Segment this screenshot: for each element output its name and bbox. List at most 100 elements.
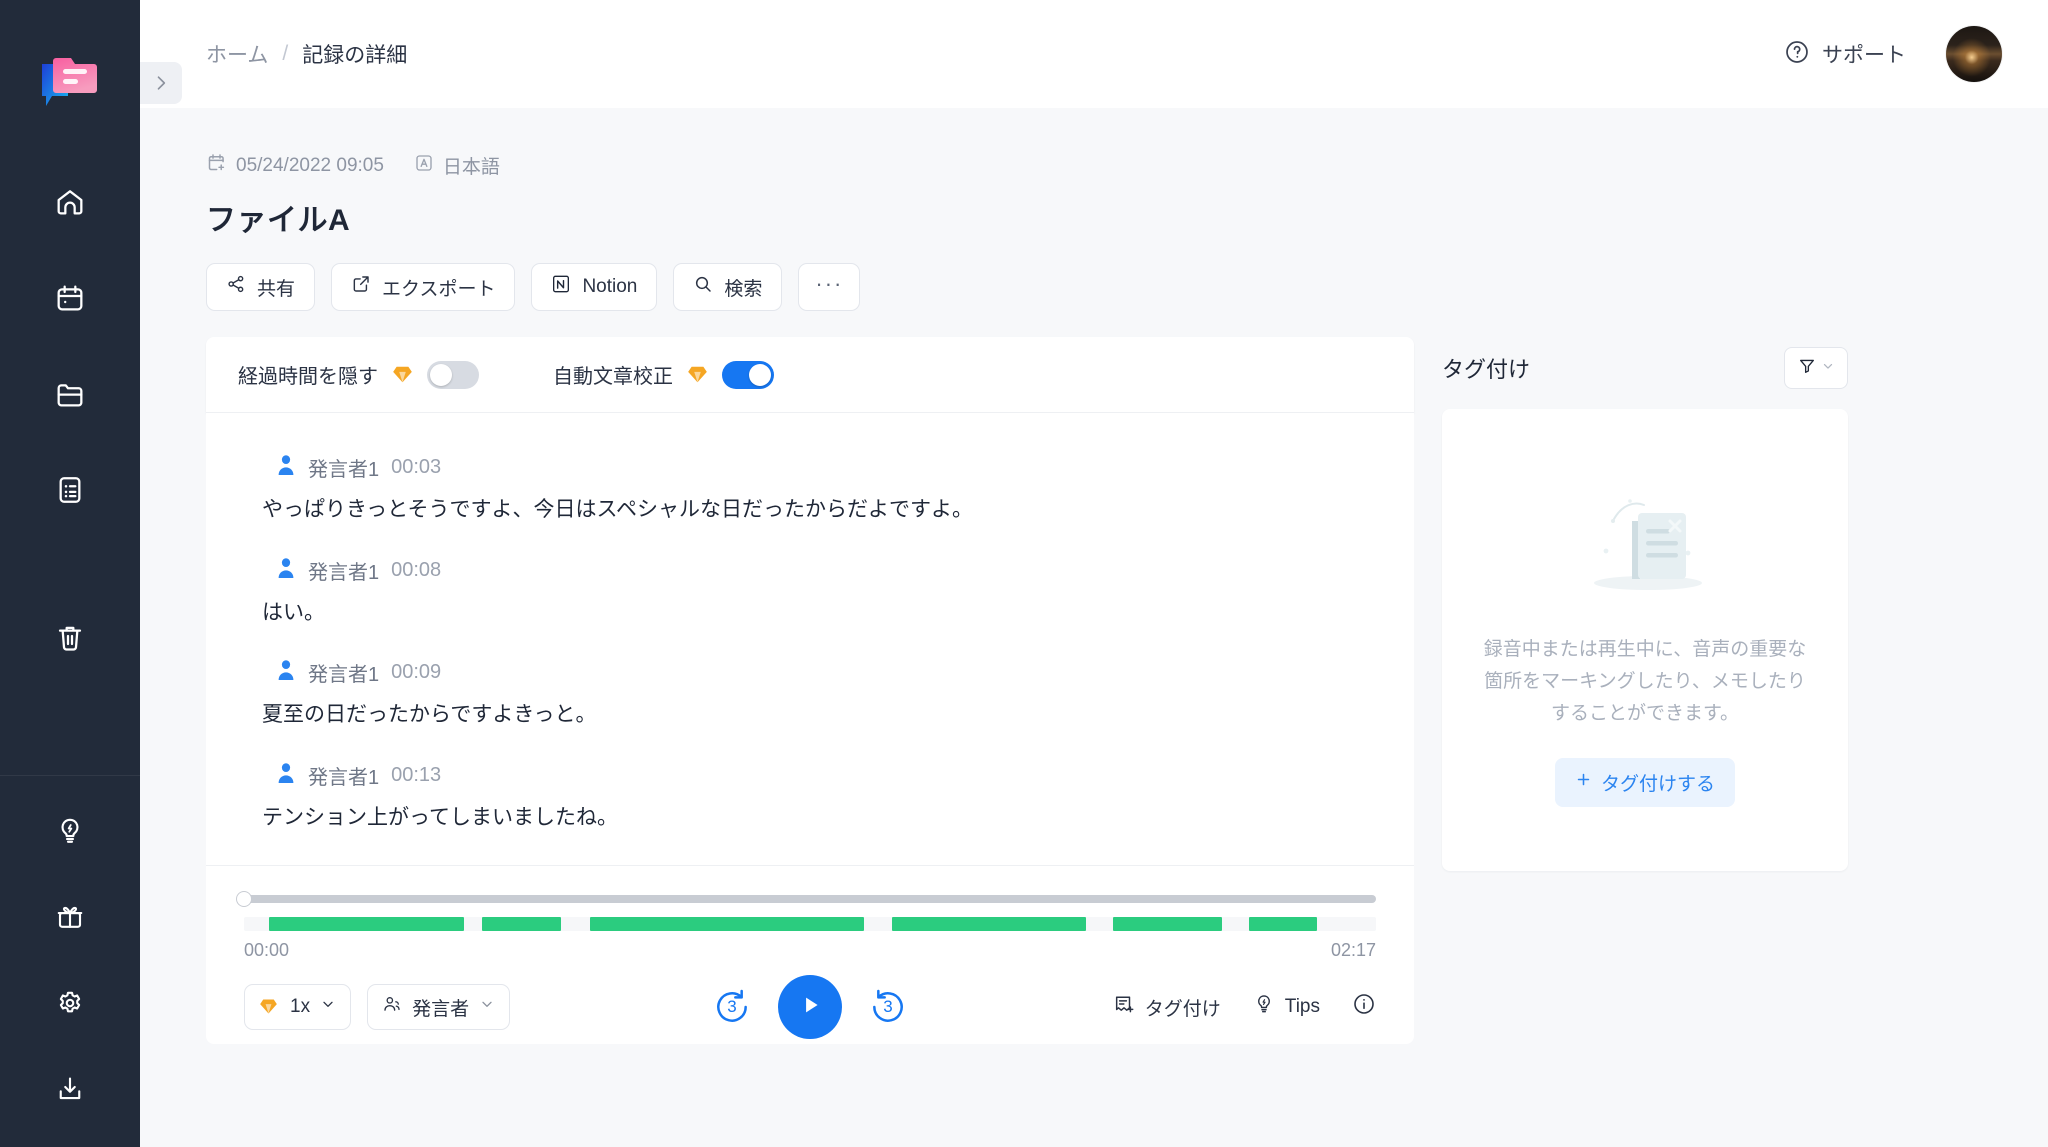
add-tag-button[interactable]: タグ付けする <box>1554 758 1735 808</box>
premium-gem-icon <box>687 365 708 384</box>
seek-handle[interactable] <box>237 892 251 906</box>
transcript-options-bar: 経過時間を隠す 自動文章校正 <box>206 337 1414 413</box>
sidebar-item-download[interactable] <box>40 1059 100 1119</box>
search-button[interactable]: 検索 <box>673 263 783 311</box>
people-icon <box>382 994 402 1020</box>
document-placeholder-illustration <box>1570 473 1720 606</box>
transcript-timestamp[interactable]: 00:08 <box>391 559 441 582</box>
home-icon <box>54 186 86 218</box>
app-logo[interactable] <box>38 42 102 122</box>
waveform-segment <box>481 917 561 931</box>
notion-icon <box>551 274 571 300</box>
plus-icon <box>1575 771 1592 794</box>
speaker-person-icon <box>276 762 296 789</box>
sidebar-item-records[interactable] <box>40 460 100 520</box>
current-time: 00:00 <box>244 940 290 960</box>
sidebar-item-home[interactable] <box>40 172 100 232</box>
sidebar-nav-bottom <box>0 775 140 1119</box>
waveform-segment <box>1113 917 1223 931</box>
transcript-text[interactable]: やっぱりきっとそうですよ、今日はスペシャルな日だったからだよですよ。 <box>238 494 1382 526</box>
notion-button[interactable]: Notion <box>531 263 658 311</box>
seek-bar[interactable] <box>237 892 1376 906</box>
top-bar: ホーム / 記録の詳細 サポート <box>140 0 2048 108</box>
player-tips-button[interactable]: Tips <box>1253 993 1320 1021</box>
transcript-segment[interactable]: 発言者1 00:08 はい。 <box>238 540 1382 643</box>
playback-speed-selector[interactable]: 1x <box>244 984 352 1030</box>
player-controls: 1x 発言者 3 3 タグ付け Tips <box>244 975 1376 1039</box>
export-button-label: エクスポート <box>382 278 496 300</box>
sidebar-item-gift[interactable] <box>40 887 100 947</box>
document-list-icon <box>54 474 86 506</box>
transcript-list: 発言者1 00:03 やっぱりきっとそうですよ、今日はスペシャルな日だったからだ… <box>206 413 1414 866</box>
transcript-timestamp[interactable]: 00:13 <box>391 764 441 787</box>
support-link[interactable]: サポート <box>1784 39 1906 70</box>
forward-3s-button[interactable]: 3 <box>868 987 908 1027</box>
transcript-column: 経過時間を隠す 自動文章校正 発言者1 00:03 やっぱりきっとそうですよ、今… <box>206 337 1414 1044</box>
transcript-segment-header: 発言者1 00:03 <box>238 453 1382 482</box>
folder-icon <box>54 378 86 410</box>
sidebar <box>0 0 182 1147</box>
play-button[interactable] <box>778 975 842 1039</box>
lightbulb-icon <box>1253 993 1275 1021</box>
transcript-speaker: 発言者1 <box>308 766 380 789</box>
toggle-auto-proofread-label: 自動文章校正 <box>553 366 673 388</box>
transcript-speaker: 発言者1 <box>308 664 380 686</box>
share-button[interactable]: 共有 <box>206 263 316 311</box>
document-date: 05/24/2022 09:05 <box>206 152 384 179</box>
chevron-down-icon <box>479 996 495 1018</box>
support-label: サポート <box>1822 44 1906 67</box>
player-info-button[interactable] <box>1352 992 1376 1022</box>
add-tag-label: タグ付けする <box>1600 774 1715 796</box>
sidebar-item-folder[interactable] <box>40 364 100 424</box>
toggle-auto-proofread[interactable]: 自動文章校正 <box>553 360 774 389</box>
language-icon <box>414 153 434 179</box>
rewind-seconds-label: 3 <box>727 997 737 1016</box>
waveform[interactable] <box>244 917 1376 931</box>
app-root: ホーム / 記録の詳細 サポート 05/24/2022 09:05 日本語 ファ… <box>0 0 2048 1147</box>
document-date-text: 05/24/2022 09:05 <box>236 154 384 176</box>
more-icon: ··· <box>815 271 844 296</box>
player-tips-label: Tips <box>1284 996 1320 1017</box>
export-button[interactable]: エクスポート <box>331 263 516 311</box>
seek-track[interactable] <box>244 895 1376 903</box>
share-button-label: 共有 <box>257 278 296 300</box>
transcript-text[interactable]: はい。 <box>238 597 1382 629</box>
transcript-text[interactable]: テンション上がってしまいましたね。 <box>238 802 1382 834</box>
sidebar-item-calendar[interactable] <box>40 268 100 328</box>
transcript-segment[interactable]: 発言者1 00:09 夏至の日だったからですよきっと。 <box>238 642 1382 745</box>
total-time: 02:17 <box>1330 940 1376 960</box>
forward-seconds-label: 3 <box>883 997 893 1016</box>
info-circle-icon <box>1352 992 1376 1022</box>
speaker-filter-selector[interactable]: 発言者 <box>367 984 511 1030</box>
transcript-segment[interactable]: 発言者1 00:03 やっぱりきっとそうですよ、今日はスペシャルな日だったからだ… <box>238 437 1382 540</box>
question-circle-icon <box>1784 39 1810 70</box>
transcript-text[interactable]: 夏至の日だったからですよきっと。 <box>238 699 1382 731</box>
speaker-person-icon <box>276 659 296 686</box>
sidebar-item-settings[interactable] <box>40 973 100 1033</box>
rewind-3s-button[interactable]: 3 <box>712 987 752 1027</box>
speaker-person-icon <box>276 454 296 481</box>
player-controls-left: 1x 発言者 <box>244 984 511 1030</box>
more-button[interactable]: ··· <box>798 263 861 311</box>
breadcrumb: ホーム / 記録の詳細 <box>206 39 407 69</box>
chevron-down-icon <box>320 996 336 1018</box>
sidebar-item-tips[interactable] <box>40 801 100 861</box>
transcript-timestamp[interactable]: 00:03 <box>391 456 441 479</box>
breadcrumb-home[interactable]: ホーム <box>206 39 268 69</box>
toggle-auto-proofread-switch[interactable] <box>722 360 774 389</box>
player-tag-button[interactable]: タグ付け <box>1113 993 1221 1021</box>
sidebar-collapse-button[interactable] <box>140 62 182 104</box>
breadcrumb-separator: / <box>282 42 289 65</box>
toggle-hide-timestamps-switch[interactable] <box>427 360 479 389</box>
player-controls-right: タグ付け Tips <box>1113 992 1376 1022</box>
filter-icon <box>1798 357 1816 380</box>
speaker-person-icon <box>276 557 296 584</box>
playback-speed-value: 1x <box>290 996 311 1017</box>
toggle-hide-timestamps[interactable]: 経過時間を隠す <box>238 360 479 389</box>
sidebar-item-trash[interactable] <box>40 608 100 668</box>
transcript-timestamp[interactable]: 00:09 <box>391 661 441 684</box>
transcript-segment-header: 発言者1 00:13 <box>238 761 1382 790</box>
tag-filter-button[interactable] <box>1784 347 1848 389</box>
transcript-segment[interactable]: 発言者1 00:13 テンション上がってしまいましたね。 <box>238 745 1382 848</box>
user-avatar[interactable] <box>1946 26 2002 82</box>
